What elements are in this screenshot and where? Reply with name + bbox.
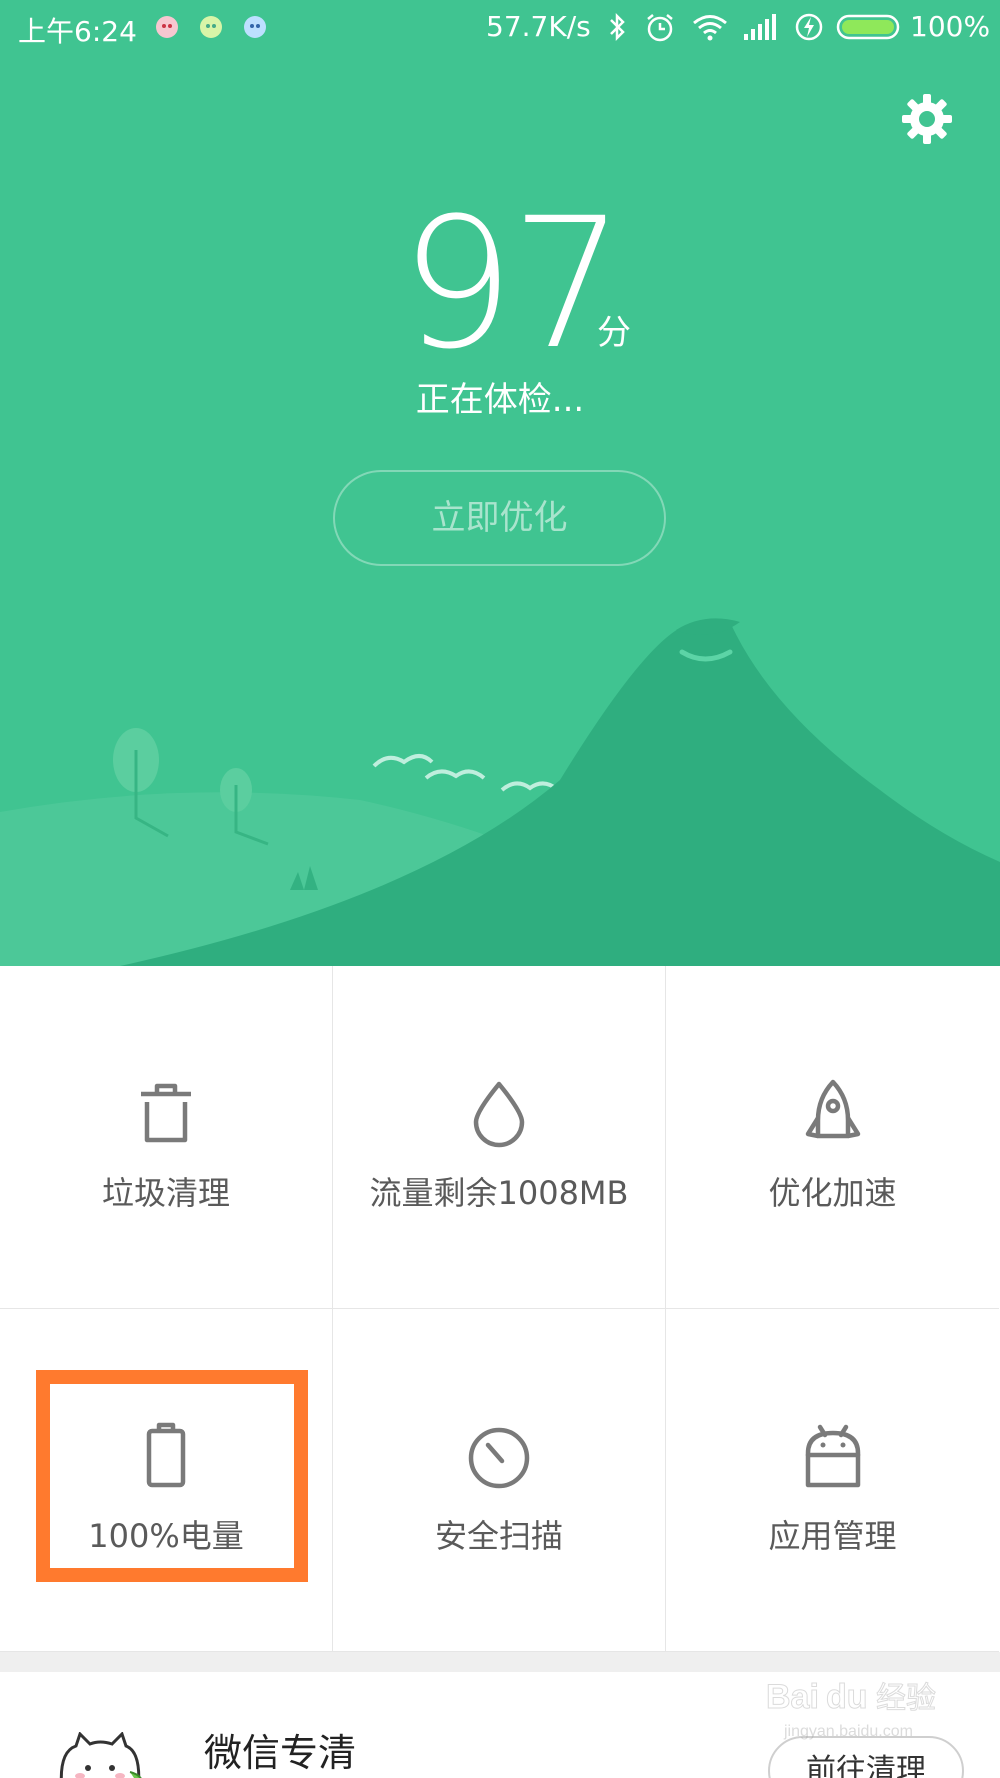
wechat-title: 微信专清 bbox=[204, 1731, 357, 1775]
feature-label: 优化加速 bbox=[768, 1174, 897, 1212]
battery-status-icon bbox=[836, 14, 900, 40]
birds-icon bbox=[372, 754, 560, 792]
battery-icon bbox=[146, 1422, 186, 1488]
score-unit: 分 bbox=[597, 313, 631, 353]
wifi-icon bbox=[693, 15, 727, 41]
feature-junk-cleanup[interactable]: 垃圾清理 bbox=[0, 966, 333, 1309]
wechat-clean-card[interactable]: 微信专清 前往清理 bbox=[0, 1672, 1000, 1778]
landscape-illustration bbox=[0, 618, 1000, 966]
alarm-icon bbox=[647, 14, 673, 42]
feature-app-manager[interactable]: 应用管理 bbox=[666, 1309, 999, 1652]
feature-label: 垃圾清理 bbox=[101, 1174, 230, 1212]
notification-icon bbox=[156, 16, 178, 38]
feature-speed-boost[interactable]: 优化加速 bbox=[666, 966, 999, 1309]
notification-icon bbox=[200, 16, 222, 38]
go-clean-button[interactable]: 前往清理 bbox=[768, 1736, 964, 1778]
android-icon bbox=[805, 1424, 860, 1488]
feature-label: 应用管理 bbox=[768, 1517, 897, 1555]
section-divider bbox=[0, 1652, 1000, 1672]
notification-icon bbox=[244, 16, 266, 38]
rocket-icon bbox=[805, 1079, 860, 1139]
scan-status: 正在体检... bbox=[415, 380, 585, 420]
battery-percent: 100% bbox=[910, 10, 991, 43]
optimize-button[interactable]: 立即优化 bbox=[333, 470, 666, 566]
feature-label: 100%电量 bbox=[88, 1517, 244, 1555]
status-time: 上午6:24 bbox=[18, 15, 137, 48]
signal-icon bbox=[744, 14, 776, 40]
feature-data-usage[interactable]: 流量剩余1008MB bbox=[333, 966, 666, 1309]
feature-security-scan[interactable]: 安全扫描 bbox=[333, 1309, 666, 1652]
bluetooth-icon bbox=[610, 12, 625, 42]
droplet-icon bbox=[473, 1081, 525, 1148]
feature-label: 安全扫描 bbox=[434, 1517, 563, 1555]
score-display: 97 分 bbox=[0, 180, 1000, 389]
network-speed: 57.7K/s bbox=[486, 10, 591, 43]
feature-label: 流量剩余1008MB bbox=[369, 1174, 629, 1212]
health-score: 97 bbox=[400, 180, 625, 389]
cat-mascot-icon bbox=[59, 1732, 142, 1778]
scan-clock-icon bbox=[468, 1427, 530, 1489]
feature-grid: 垃圾清理 流量剩余1008MB 优化加速 100%电量 安全扫描 应用管理 bbox=[0, 966, 1000, 1652]
gear-icon[interactable] bbox=[900, 92, 954, 146]
charging-icon bbox=[795, 13, 823, 41]
status-bar: 上午6:24 57.7K/s 100% bbox=[0, 0, 1000, 56]
trash-icon bbox=[141, 1083, 191, 1143]
feature-battery[interactable]: 100%电量 bbox=[0, 1309, 333, 1652]
hero-panel: 上午6:24 57.7K/s 100% 97 分 正在体检... 立即优化 bbox=[0, 0, 1000, 966]
